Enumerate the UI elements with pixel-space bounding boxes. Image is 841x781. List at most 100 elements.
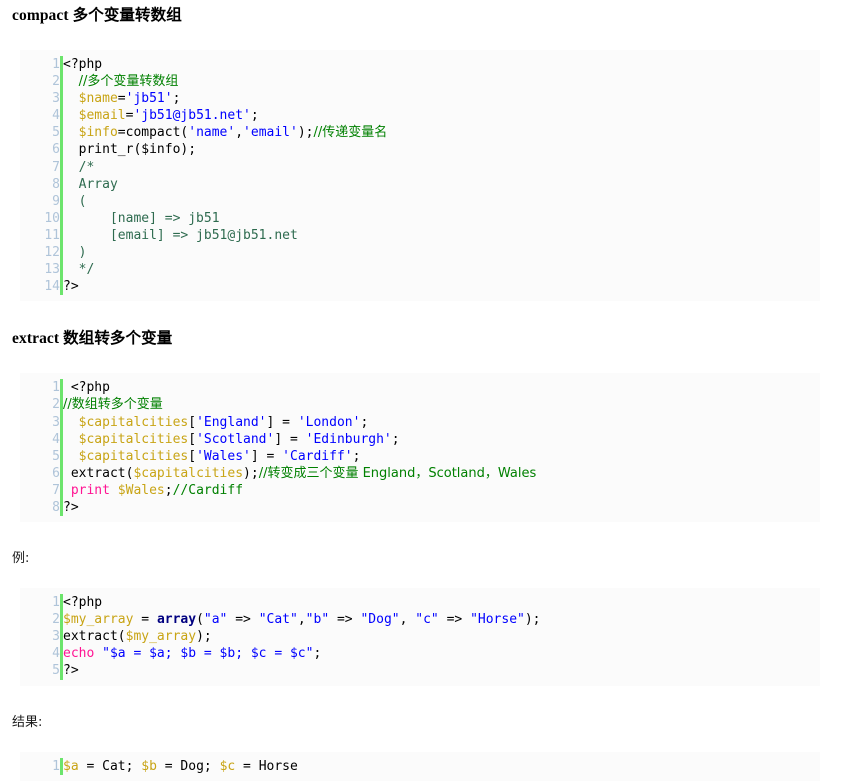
code-token: //传递变量名 xyxy=(313,125,388,141)
code-line: extract($my_array); xyxy=(63,628,541,645)
code-token: /* xyxy=(78,159,95,175)
line-number: 13 xyxy=(44,262,60,278)
code-token: */ xyxy=(78,262,95,278)
line-number: 12 xyxy=(44,245,60,261)
code-token: ?> xyxy=(63,499,79,515)
code-token: "Dog" xyxy=(360,612,400,628)
code-content[interactable]: <?php//数组转多个变量 $capitalcities['England']… xyxy=(62,379,536,516)
code-token: $my_array xyxy=(125,629,197,645)
code-line: <?php xyxy=(63,56,387,73)
code-token: $capitalcities xyxy=(78,431,189,447)
code-token: 'name' xyxy=(188,125,236,141)
code-token: ] = xyxy=(274,431,306,447)
code-token: $email xyxy=(78,108,126,124)
code-line: $info=compact('name','email');//传递变量名 xyxy=(63,124,388,141)
code-block-compact[interactable]: 1 2 3 4 5 6 7 8 9 10 11 12 13 14 <?php //多个变量转数组 $nam… xyxy=(20,50,820,302)
code-token: [ xyxy=(188,431,197,447)
code-token: $capitalcities xyxy=(78,414,189,430)
code-content[interactable]: <?php //多个变量转数组 $name='jb51'; $email='jb… xyxy=(62,56,388,295)
line-number: 8 xyxy=(52,499,60,515)
code-token: <?php xyxy=(63,595,103,611)
code-line: $capitalcities['England'] = 'London'; xyxy=(63,414,536,431)
code-token: //Cardiff xyxy=(172,482,244,498)
line-number: 2 xyxy=(52,74,60,90)
line-number-gutter: 12345678 xyxy=(20,379,63,517)
code-token: ; xyxy=(391,431,400,447)
code-token: <?php xyxy=(63,380,110,396)
code-token: 'England' xyxy=(196,414,267,430)
line-number: 1 xyxy=(52,758,60,774)
code-token: ; xyxy=(164,482,173,498)
code-token: $c xyxy=(219,758,236,774)
code-token: ( xyxy=(196,612,204,628)
code-line: <?php xyxy=(63,594,541,611)
code-line: ?> xyxy=(63,499,536,516)
line-number: 1 xyxy=(52,380,60,396)
code-token: 'Cardiff' xyxy=(282,448,353,464)
code-token: "Cat" xyxy=(258,612,298,628)
code-token: $my_array xyxy=(63,612,134,628)
code-token: 'Scotland' xyxy=(196,431,275,447)
code-block-extract[interactable]: 12345678 <?php//数组转多个变量 $capitalcities['… xyxy=(20,373,820,523)
code-line: ( xyxy=(63,193,387,210)
code-line: $email='jb51@jb51.net'; xyxy=(63,107,387,124)
code-token: = Cat; xyxy=(78,758,142,774)
line-number: 4 xyxy=(52,646,60,662)
code-token: "c" xyxy=(415,612,439,628)
code-block-result[interactable]: 1 $a = Cat; $b = Dog; $c = Horse xyxy=(20,751,820,781)
code-token: 'email' xyxy=(243,125,298,141)
code-token: array xyxy=(156,612,197,628)
line-number: 9 xyxy=(52,193,60,209)
code-line: <?php xyxy=(63,379,536,396)
code-token: ?> xyxy=(63,279,79,295)
code-line: $capitalcities['Wales'] = 'Cardiff'; xyxy=(63,448,536,465)
code-token: ] = xyxy=(250,448,283,464)
code-token: "b" xyxy=(305,612,330,628)
code-content[interactable]: <?php $my_array = array("a" => "Cat","b" … xyxy=(62,594,541,679)
code-table: 1 $a = Cat; $b = Dog; $c = Horse xyxy=(20,757,298,775)
line-number: 5 xyxy=(52,448,60,464)
line-number: 11 xyxy=(44,227,60,243)
code-token: //数组转多个变量 xyxy=(63,397,163,413)
code-token: $capitalcities xyxy=(133,465,244,481)
code-line: [name] => jb51 xyxy=(63,210,387,227)
code-line: ?> xyxy=(63,278,387,295)
line-number: 3 xyxy=(52,629,60,645)
code-table: 12345 <?php $my_array = array("a" => "Cat… xyxy=(20,594,541,680)
code-token: print_r($info); xyxy=(63,142,197,158)
code-token: extract( xyxy=(63,465,134,481)
line-number: 4 xyxy=(52,108,60,124)
line-number: 14 xyxy=(44,279,60,295)
code-token: ); xyxy=(196,629,212,645)
code-token: "$a = $a; $b = $b; $c = $c" xyxy=(102,646,314,662)
code-token: 'Edinburgh' xyxy=(305,431,392,447)
code-line: print $Wales;//Cardiff xyxy=(63,482,536,499)
code-token: [ xyxy=(188,414,197,430)
code-token: "a" xyxy=(203,612,228,628)
code-token: ); xyxy=(243,465,259,481)
code-line: [email] => jb51@jb51.net xyxy=(63,227,387,244)
code-token: ) xyxy=(78,245,87,261)
code-content[interactable]: $a = Cat; $b = Dog; $c = Horse xyxy=(62,758,298,775)
code-token: ; xyxy=(172,91,181,107)
line-number: 3 xyxy=(52,91,60,107)
code-token: => xyxy=(438,612,471,628)
line-number: 2 xyxy=(52,612,60,628)
code-token: = xyxy=(117,91,126,107)
code-token: $capitalcities xyxy=(78,448,189,464)
label-example: 例: xyxy=(12,551,30,567)
code-block-example[interactable]: 12345 <?php $my_array = array("a" => "Cat… xyxy=(20,588,820,686)
code-token: echo xyxy=(63,646,95,662)
code-token: [email] => jb51@jb51.net xyxy=(109,227,298,243)
section-heading-extract: extract 数组转多个变量 xyxy=(12,330,173,348)
line-number: 7 xyxy=(52,482,60,498)
